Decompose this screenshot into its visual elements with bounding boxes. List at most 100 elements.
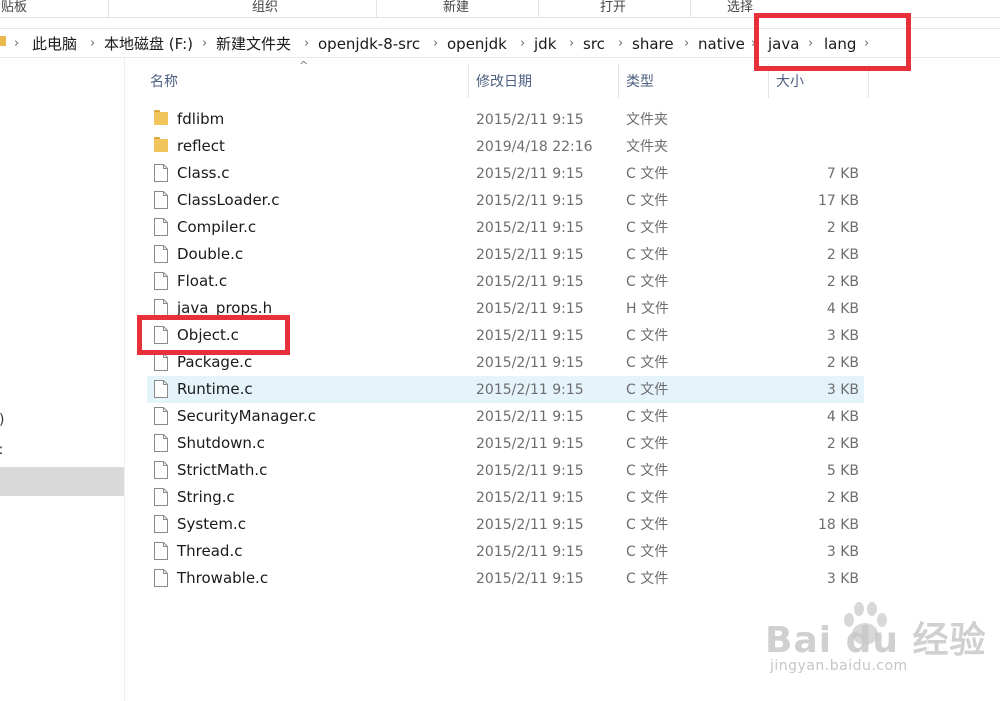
file-type: C 文件 (626, 193, 669, 209)
file-type: C 文件 (626, 463, 669, 479)
file-row[interactable]: Class.c 2015/2/11 9:15 C 文件 7 KB (147, 160, 864, 187)
file-size: 5 KB (826, 463, 859, 479)
file-modified-date: 2015/2/11 9:15 (476, 517, 584, 533)
file-name: fdlibm (177, 110, 225, 128)
file-size: 2 KB (826, 220, 859, 236)
nav-item-fragment[interactable]: ) (0, 412, 4, 428)
ribbon-group-open: 打开 (599, 0, 626, 15)
file-row[interactable]: Throwable.c 2015/2/11 9:15 C 文件 3 KB (147, 565, 864, 592)
chevron-right-icon[interactable]: › (433, 34, 438, 54)
column-divider[interactable] (618, 64, 619, 98)
chevron-right-icon[interactable]: › (202, 34, 207, 54)
file-icon (154, 353, 168, 371)
file-name: System.c (177, 515, 246, 533)
file-name: Package.c (177, 353, 253, 371)
chevron-right-icon[interactable]: › (14, 34, 19, 54)
file-icon (154, 569, 168, 587)
breadcrumb-openjdk-8-src[interactable]: openjdk-8-src (318, 34, 420, 54)
file-name: Class.c (177, 164, 230, 182)
file-type: C 文件 (626, 490, 669, 506)
nav-item-selected[interactable] (0, 467, 124, 496)
file-row[interactable]: String.c 2015/2/11 9:15 C 文件 2 KB (147, 484, 864, 511)
file-row[interactable]: SecurityManager.c 2015/2/11 9:15 C 文件 4 KB (147, 403, 864, 430)
file-type: C 文件 (626, 166, 669, 182)
file-name: Throwable.c (177, 569, 269, 587)
file-row[interactable]: Compiler.c 2015/2/11 9:15 C 文件 2 KB (147, 214, 864, 241)
file-size: 4 KB (826, 301, 859, 317)
file-row[interactable]: Float.c 2015/2/11 9:15 C 文件 2 KB (147, 268, 864, 295)
breadcrumb-local-disk[interactable]: 本地磁盘 (F:) (104, 34, 193, 54)
column-divider[interactable] (468, 64, 469, 98)
file-name: ClassLoader.c (177, 191, 280, 209)
file-size: 17 KB (817, 193, 859, 209)
file-name: SecurityManager.c (177, 407, 316, 425)
file-type: C 文件 (626, 436, 669, 452)
column-header-name[interactable]: 名称 (150, 70, 178, 96)
file-size: 7 KB (826, 166, 859, 182)
highlight-box-breadcrumb (754, 13, 911, 71)
chevron-right-icon[interactable]: › (520, 34, 525, 54)
file-size: 2 KB (826, 274, 859, 290)
chevron-right-icon[interactable]: › (684, 34, 689, 54)
file-icon (154, 245, 168, 263)
ribbon-group-clipboard: 贴板 (0, 0, 27, 15)
file-modified-date: 2015/2/11 9:15 (476, 220, 584, 236)
folder-icon (154, 110, 168, 128)
breadcrumb-native[interactable]: native (698, 34, 745, 54)
file-icon (154, 191, 168, 209)
file-modified-date: 2015/2/11 9:15 (476, 112, 584, 128)
file-size: 18 KB (817, 517, 859, 533)
file-icon (154, 407, 168, 425)
breadcrumb-new-folder[interactable]: 新建文件夹 (216, 34, 291, 54)
file-icon (154, 380, 168, 398)
file-type: C 文件 (626, 517, 669, 533)
chevron-right-icon[interactable]: › (618, 34, 623, 54)
file-row[interactable]: System.c 2015/2/11 9:15 C 文件 18 KB (147, 511, 864, 538)
file-modified-date: 2015/2/11 9:15 (476, 544, 584, 560)
file-modified-date: 2015/2/11 9:15 (476, 436, 584, 452)
file-modified-date: 2019/4/18 22:16 (476, 139, 593, 155)
file-row[interactable]: fdlibm 2015/2/11 9:15 文件夹 (147, 106, 864, 133)
file-type: C 文件 (626, 328, 669, 344)
file-name: Thread.c (177, 542, 243, 560)
breadcrumb-jdk[interactable]: jdk (534, 34, 556, 54)
navigation-pane[interactable]: ) ː (0, 58, 125, 701)
chevron-right-icon[interactable]: › (90, 34, 95, 54)
file-row[interactable]: Runtime.c 2015/2/11 9:15 C 文件 3 KB (147, 376, 864, 403)
file-icon (154, 218, 168, 236)
file-name: Runtime.c (177, 380, 253, 398)
file-modified-date: 2015/2/11 9:15 (476, 409, 584, 425)
folder-icon (154, 137, 168, 155)
file-name: Float.c (177, 272, 228, 290)
file-row[interactable]: Double.c 2015/2/11 9:15 C 文件 2 KB (147, 241, 864, 268)
file-modified-date: 2015/2/11 9:15 (476, 328, 584, 344)
watermark-url: jingyan.baidu.com (770, 658, 908, 674)
file-row[interactable]: Shutdown.c 2015/2/11 9:15 C 文件 2 KB (147, 430, 864, 457)
breadcrumb-this-pc[interactable]: 此电脑 (32, 34, 77, 54)
column-header-modified[interactable]: 修改日期 (476, 70, 532, 96)
file-row[interactable]: ClassLoader.c 2015/2/11 9:15 C 文件 17 KB (147, 187, 864, 214)
file-size: 3 KB (826, 328, 859, 344)
file-type: C 文件 (626, 247, 669, 263)
column-header-type[interactable]: 类型 (626, 70, 654, 96)
nav-item-fragment[interactable]: ː (0, 442, 4, 458)
breadcrumb-share[interactable]: share (632, 34, 674, 54)
file-row[interactable]: StrictMath.c 2015/2/11 9:15 C 文件 5 KB (147, 457, 864, 484)
file-row[interactable]: reflect 2019/4/18 22:16 文件夹 (147, 133, 864, 160)
chevron-right-icon[interactable]: › (304, 34, 309, 54)
file-type: C 文件 (626, 571, 669, 587)
file-modified-date: 2015/2/11 9:15 (476, 193, 584, 209)
file-type: 文件夹 (626, 112, 668, 128)
file-type: C 文件 (626, 382, 669, 398)
breadcrumb-openjdk[interactable]: openjdk (447, 34, 507, 54)
file-modified-date: 2015/2/11 9:15 (476, 166, 584, 182)
column-header-size[interactable]: 大小 (776, 70, 804, 96)
file-row[interactable]: Thread.c 2015/2/11 9:15 C 文件 3 KB (147, 538, 864, 565)
chevron-right-icon[interactable]: › (569, 34, 574, 54)
file-modified-date: 2015/2/11 9:15 (476, 490, 584, 506)
file-icon (154, 542, 168, 560)
file-type: C 文件 (626, 544, 669, 560)
breadcrumb-src[interactable]: src (583, 34, 605, 54)
file-modified-date: 2015/2/11 9:15 (476, 355, 584, 371)
file-modified-date: 2015/2/11 9:15 (476, 463, 584, 479)
